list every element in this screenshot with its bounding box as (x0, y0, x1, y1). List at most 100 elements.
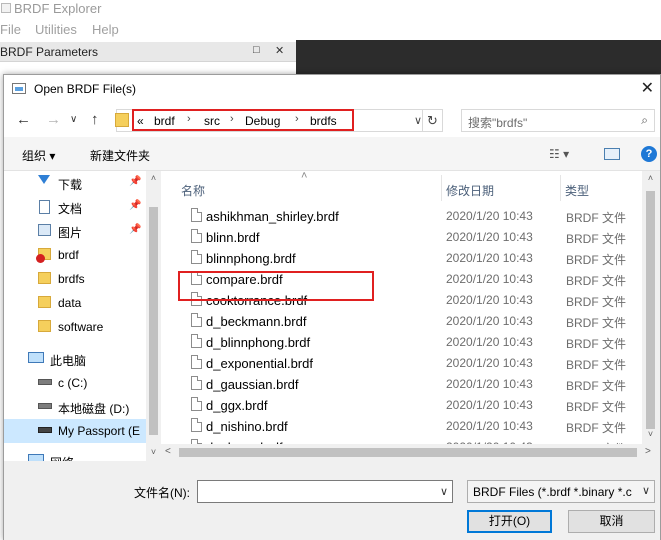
menu-help[interactable]: Help (92, 22, 119, 37)
dialog-footer: 文件名(N): ∨ BRDF Files (*.brdf *.binary *.… (4, 461, 660, 540)
horizontal-scrollbar-thumb[interactable] (179, 448, 637, 457)
menu-utilities[interactable]: Utilities (35, 22, 77, 37)
column-header-name[interactable]: 名称 ˄ (161, 171, 441, 201)
file-row[interactable]: d_nishino.brdf 2020/1/20 10:43 BRDF 文件 (161, 415, 641, 436)
preview-pane-icon[interactable] (604, 148, 620, 160)
file-type: BRDF 文件 (566, 211, 627, 225)
refresh-icon[interactable]: ↻ (422, 110, 442, 131)
dock-title: BRDF Parameters (0, 45, 99, 59)
file-list-scrollbar[interactable]: ˄ ˅ (642, 171, 659, 444)
file-name: d_nishino.brdf (206, 419, 288, 434)
network-icon (28, 454, 44, 461)
file-type: BRDF 文件 (566, 232, 627, 246)
nav-item-label: c (C:) (58, 376, 88, 390)
scrollbar-thumb[interactable] (149, 207, 158, 435)
file-row[interactable]: blinnphong.brdf 2020/1/20 10:43 BRDF 文件 (161, 247, 641, 268)
nav-item-network[interactable]: 网络 (4, 449, 146, 461)
file-type: BRDF 文件 (566, 400, 627, 414)
pin-icon[interactable]: 📌 (129, 200, 141, 211)
scroll-down-icon[interactable]: ˅ (642, 429, 659, 439)
menu-file[interactable]: File (0, 22, 21, 37)
viewport-area (296, 40, 661, 76)
file-list-horizontal-scrollbar[interactable]: < > (161, 444, 659, 461)
column-date-label: 修改日期 (446, 184, 495, 198)
sort-ascending-icon: ˄ (301, 171, 308, 182)
column-name-label: 名称 (181, 184, 206, 198)
nav-item-documents[interactable]: 文档 📌 (4, 195, 146, 219)
nav-item-label: 下载 (58, 178, 83, 192)
cancel-button[interactable]: 取消 (568, 510, 655, 533)
nav-item-pictures[interactable]: 图片 📌 (4, 219, 146, 243)
scroll-left-icon[interactable]: < (165, 446, 171, 457)
file-type-filter[interactable]: BRDF Files (*.brdf *.binary *.c ∨ (467, 480, 655, 503)
scroll-right-icon[interactable]: > (645, 446, 651, 457)
file-icon (191, 397, 202, 411)
folder-icon (38, 296, 51, 308)
scroll-down-icon[interactable]: ˅ (146, 447, 161, 457)
file-icon (191, 208, 202, 222)
pin-icon[interactable]: 📌 (129, 176, 141, 187)
file-row[interactable]: blinn.brdf 2020/1/20 10:43 BRDF 文件 (161, 226, 641, 247)
navigation-scrollbar[interactable]: ˄ ˅ (146, 171, 161, 461)
chevron-down-icon[interactable]: ∨ (638, 481, 654, 502)
file-row[interactable]: ashikhman_shirley.brdf 2020/1/20 10:43 BRD… (161, 205, 641, 226)
open-button[interactable]: 打开(O) (467, 510, 552, 533)
back-arrow-icon[interactable]: ← (16, 111, 31, 128)
file-icon (191, 229, 202, 243)
search-box[interactable]: 搜索"brdfs" ⌕ (461, 109, 655, 132)
nav-item-my-passport[interactable]: My Passport (E (4, 419, 146, 443)
dock-float-button[interactable]: □ (253, 44, 260, 56)
nav-item-brdf[interactable]: brdf (4, 243, 146, 267)
nav-item-label: 网络 (50, 454, 74, 461)
recent-locations-chevron-icon[interactable]: ∨ (70, 114, 77, 125)
nav-item-data[interactable]: data (4, 291, 146, 315)
address-dropdown-icon[interactable]: ∨ (414, 114, 422, 127)
column-header-date[interactable]: 修改日期 (442, 171, 560, 201)
file-type: BRDF 文件 (566, 421, 627, 435)
navigation-pane: 下载 📌 文档 📌 图片 📌 brdf brdfs data software … (4, 171, 161, 461)
nav-item-downloads[interactable]: 下载 📌 (4, 171, 146, 195)
file-name: d_ggx.brdf (206, 398, 268, 413)
file-icon (191, 355, 202, 369)
file-type: BRDF 文件 (566, 253, 627, 267)
file-row[interactable]: d_beckmann.brdf 2020/1/20 10:43 BRDF 文件 (161, 310, 641, 331)
documents-icon (39, 200, 50, 214)
pin-icon[interactable]: 📌 (129, 224, 141, 235)
dock-close-button[interactable]: ✕ (275, 44, 284, 57)
file-row[interactable]: d_exponential.brdf 2020/1/20 10:43 BRDF 文件 (161, 352, 641, 373)
file-row[interactable]: d_blinnphong.brdf 2020/1/20 10:43 BRDF 文件 (161, 331, 641, 352)
folder-icon (115, 113, 129, 127)
nav-item-software[interactable]: software (4, 315, 146, 339)
filename-dropdown-icon[interactable]: ∨ (440, 485, 448, 498)
new-folder-button[interactable]: 新建文件夹 (90, 147, 150, 164)
nav-item-this-pc[interactable]: 此电脑 (4, 347, 146, 371)
view-options-icon[interactable]: ☷ ▾ (549, 147, 569, 161)
scrollbar-thumb[interactable] (646, 191, 655, 429)
nav-item-brdfs[interactable]: brdfs (4, 267, 146, 291)
search-input[interactable]: 搜索"brdfs" (468, 114, 527, 131)
file-date: 2020/1/20 10:43 (446, 251, 533, 265)
file-name: d_gaussian.brdf (206, 377, 299, 392)
dialog-icon (12, 83, 26, 94)
up-arrow-icon[interactable]: ↑ (91, 111, 99, 128)
forward-arrow-icon[interactable]: → (46, 111, 61, 128)
file-row[interactable]: d_gaussian.brdf 2020/1/20 10:43 BRDF 文件 (161, 373, 641, 394)
filename-field[interactable]: ∨ (197, 480, 453, 503)
nav-item-drive-d[interactable]: 本地磁盘 (D:) (4, 395, 146, 419)
command-toolbar: 组织 ▾ 新建文件夹 ☷ ▾ ? (4, 137, 660, 171)
organize-button[interactable]: 组织 ▾ (22, 147, 55, 164)
scroll-up-icon[interactable]: ˄ (146, 173, 161, 183)
nav-item-label: 文档 (58, 202, 83, 216)
close-icon[interactable]: ✕ (641, 78, 654, 98)
computer-icon (28, 352, 44, 363)
help-icon[interactable]: ? (641, 146, 657, 162)
file-icon (191, 334, 202, 348)
nav-item-drive-c[interactable]: c (C:) (4, 371, 146, 395)
column-header-type[interactable]: 类型 (561, 171, 641, 201)
file-row[interactable]: d_ggx.brdf 2020/1/20 10:43 BRDF 文件 (161, 394, 641, 415)
file-type: BRDF 文件 (566, 337, 627, 351)
nav-item-label: brdfs (58, 272, 85, 286)
file-name: blinn.brdf (206, 230, 260, 245)
search-icon[interactable]: ⌕ (641, 113, 648, 128)
scroll-up-icon[interactable]: ˄ (642, 173, 659, 183)
